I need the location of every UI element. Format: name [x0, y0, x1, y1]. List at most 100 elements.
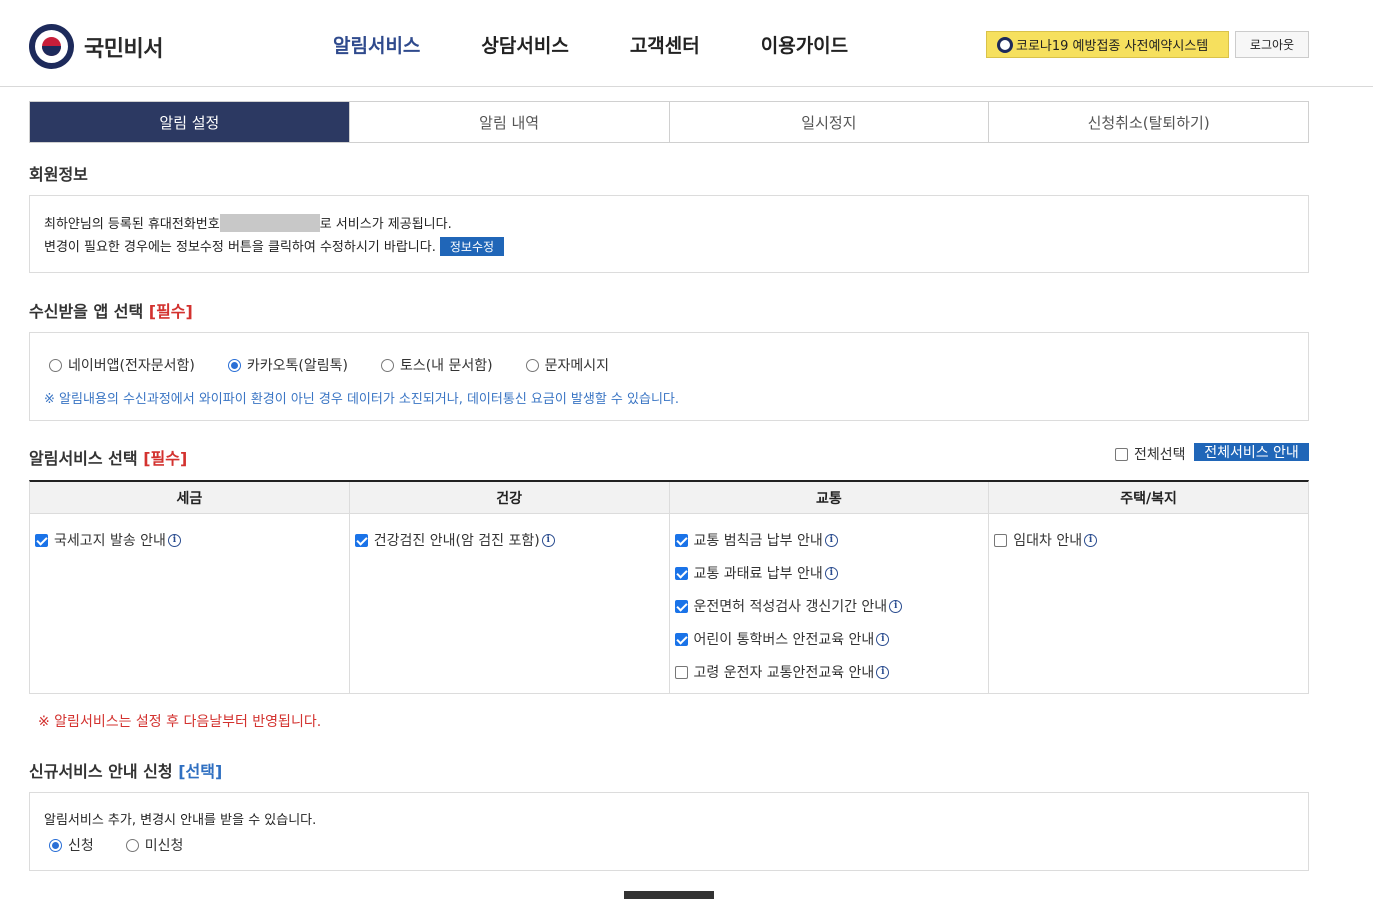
- service-checkbox-lease[interactable]: 임대차 안내 i: [994, 530, 1308, 550]
- tab-alert-settings[interactable]: 알림 설정: [30, 102, 349, 142]
- service-checkbox-traffic-penalty[interactable]: 교통 과태료 납부 안내 i: [674, 563, 989, 583]
- new-service-title-text: 신규서비스 안내 신청: [29, 762, 173, 781]
- service-checkbox-tax-notice[interactable]: 국세고지 발송 안내 i: [35, 530, 349, 550]
- info-icon[interactable]: i: [167, 533, 181, 547]
- service-select-title-text: 알림서비스 선택: [29, 449, 138, 468]
- app-select-box: 네이버앱(전자문서함) 카카오톡(알림톡) 토스(내 문서함) 문자메시지 ※ …: [29, 332, 1309, 421]
- header: 국민비서 알림서비스 상담서비스 고객센터 이용가이드 코로나19 예방접종 사…: [0, 0, 1373, 87]
- radio-naver-label: 네이버앱(전자문서함): [68, 358, 195, 374]
- app-radio-group: 네이버앱(전자문서함) 카카오톡(알림톡) 토스(내 문서함) 문자메시지: [49, 355, 609, 375]
- checkbox-checked-icon: [35, 533, 48, 547]
- info-icon[interactable]: i: [824, 566, 838, 580]
- radio-icon: [380, 358, 394, 372]
- nav-alert-service[interactable]: 알림서비스: [333, 31, 420, 58]
- new-service-box: 알림서비스 추가, 변경시 안내를 받을 수 있습니다. 신청 미신청: [29, 792, 1309, 871]
- info-icon[interactable]: i: [541, 533, 555, 547]
- info-icon[interactable]: i: [824, 533, 838, 547]
- radio-icon: [125, 838, 139, 852]
- select-all-checkbox[interactable]: 전체선택: [1115, 444, 1186, 464]
- checkbox-checked-icon: [674, 566, 688, 580]
- service-checkbox-traffic-fine[interactable]: 교통 범칙금 납부 안내 i: [674, 530, 989, 550]
- info-icon[interactable]: i: [1084, 533, 1098, 547]
- service-col-header: 세금: [30, 482, 349, 514]
- member-phone-line: 최하얀님의 등록된 휴대전화번호 로 서비스가 제공됩니다.: [44, 213, 452, 232]
- radio-apply[interactable]: 신청: [49, 835, 94, 855]
- radio-sms[interactable]: 문자메시지: [525, 355, 609, 375]
- info-icon[interactable]: i: [876, 632, 890, 646]
- service-label: 교통 과태료 납부 안내: [693, 566, 823, 582]
- radio-sms-label: 문자메시지: [544, 358, 609, 374]
- checkbox-icon: [994, 533, 1008, 547]
- all-service-info-button[interactable]: 전체서비스 안내: [1194, 443, 1309, 461]
- app-select-title: 수신받을 앱 선택 [필수]: [29, 298, 193, 322]
- service-label: 어린이 통학버스 안전교육 안내: [693, 632, 875, 648]
- nav-consult-service[interactable]: 상담서비스: [481, 31, 568, 58]
- radio-icon: [49, 358, 62, 372]
- nav-user-guide[interactable]: 이용가이드: [761, 31, 848, 58]
- optional-tag: [선택]: [178, 762, 223, 781]
- logo[interactable]: 국민비서: [29, 24, 163, 69]
- covid-vaccine-label: 코로나19 예방접종 사전예약시스템: [1016, 39, 1209, 54]
- radio-kakao-label: 카카오톡(알림톡): [246, 358, 348, 374]
- service-col-header: 건강: [349, 482, 669, 514]
- main-nav: 알림서비스 상담서비스 고객센터 이용가이드: [333, 31, 909, 58]
- service-checkbox-health-checkup[interactable]: 건강검진 안내(암 검진 포함) i: [354, 530, 669, 550]
- radio-selected-icon: [227, 358, 241, 372]
- new-service-title: 신규서비스 안내 신청 [선택]: [29, 758, 222, 782]
- tab-alert-history[interactable]: 알림 내역: [348, 102, 669, 142]
- checkbox-checked-icon: [674, 533, 688, 547]
- tab-withdraw[interactable]: 신청취소(탈퇴하기): [988, 102, 1308, 142]
- radio-not-apply[interactable]: 미신청: [125, 835, 183, 855]
- new-service-description: 알림서비스 추가, 변경시 안내를 받을 수 있습니다.: [44, 813, 317, 828]
- service-col-header: 교통: [669, 482, 989, 514]
- member-edit-text: 변경이 필요한 경우에는 정보수정 버튼을 클릭하여 수정하시기 바랍니다.: [44, 240, 436, 255]
- next-day-warning: ※ 알림서비스는 설정 후 다음날부터 반영됩니다.: [38, 714, 322, 730]
- data-usage-notice: ※ 알림내용의 수신과정에서 와이파이 환경이 아닌 경우 데이터가 소진되거나…: [44, 392, 679, 407]
- taegeuk-logo-icon: [29, 24, 74, 69]
- service-label: 임대차 안내: [1013, 533, 1083, 549]
- radio-apply-label: 신청: [68, 838, 94, 854]
- select-all-label: 전체선택: [1134, 447, 1186, 463]
- service-col-housing: 주택/복지 임대차 안내 i: [988, 482, 1308, 693]
- service-col-health: 건강 건강검진 안내(암 검진 포함) i: [348, 482, 669, 693]
- service-label: 국세고지 발송 안내: [54, 533, 166, 549]
- edit-info-button[interactable]: 정보수정: [439, 237, 505, 256]
- checkbox-checked-icon: [674, 599, 688, 613]
- app-select-title-text: 수신받을 앱 선택: [29, 302, 144, 321]
- logout-button[interactable]: 로그아웃: [1235, 31, 1309, 58]
- member-info-box: 최하얀님의 등록된 휴대전화번호 로 서비스가 제공됩니다. 변경이 필요한 경우…: [29, 195, 1309, 273]
- service-label: 교통 범칙금 납부 안내: [693, 533, 823, 549]
- tab-pause[interactable]: 일시정지: [668, 102, 989, 142]
- required-tag: [필수]: [143, 449, 188, 468]
- service-col-traffic: 교통 교통 범칙금 납부 안내 i 교통 과태료 납부 안내 i 운전면허 적성검사…: [668, 482, 989, 693]
- service-col-tax: 세금 국세고지 발송 안내 i: [30, 482, 349, 693]
- service-select-title: 알림서비스 선택 [필수]: [29, 445, 187, 469]
- new-service-radio-group: 신청 미신청: [49, 835, 183, 855]
- member-phone-suffix: 로 서비스가 제공됩니다.: [319, 217, 452, 232]
- save-button[interactable]: [624, 891, 714, 899]
- logo-text: 국민비서: [84, 36, 163, 62]
- covid-vaccine-button[interactable]: 코로나19 예방접종 사전예약시스템: [986, 31, 1229, 58]
- taegeuk-flag-icon: [997, 36, 1013, 53]
- service-label: 고령 운전자 교통안전교육 안내: [693, 665, 875, 681]
- radio-kakao[interactable]: 카카오톡(알림톡): [227, 355, 348, 375]
- radio-toss[interactable]: 토스(내 문서함): [380, 355, 493, 375]
- info-icon[interactable]: i: [876, 665, 890, 679]
- service-checkbox-elderly-driver[interactable]: 고령 운전자 교통안전교육 안내 i: [674, 662, 989, 682]
- radio-selected-icon: [49, 838, 62, 852]
- service-checkbox-license-renewal[interactable]: 운전면허 적성검사 갱신기간 안내 i: [674, 596, 989, 616]
- tab-bar: 알림 설정 알림 내역 일시정지 신청취소(탈퇴하기): [29, 101, 1309, 143]
- info-icon[interactable]: i: [889, 599, 903, 613]
- checkbox-icon: [674, 665, 688, 679]
- radio-icon: [525, 358, 539, 372]
- checkbox-checked-icon: [674, 632, 688, 646]
- checkbox-icon: [1115, 447, 1128, 461]
- service-col-header: 주택/복지: [989, 482, 1308, 514]
- radio-naver[interactable]: 네이버앱(전자문서함): [49, 355, 195, 375]
- service-checkbox-school-bus[interactable]: 어린이 통학버스 안전교육 안내 i: [674, 629, 989, 649]
- nav-customer-center[interactable]: 고객센터: [630, 31, 700, 58]
- masked-phone-number: [219, 214, 320, 232]
- checkbox-checked-icon: [354, 533, 368, 547]
- radio-toss-label: 토스(내 문서함): [399, 358, 493, 374]
- member-phone-prefix: 최하얀님의 등록된 휴대전화번호: [44, 217, 220, 232]
